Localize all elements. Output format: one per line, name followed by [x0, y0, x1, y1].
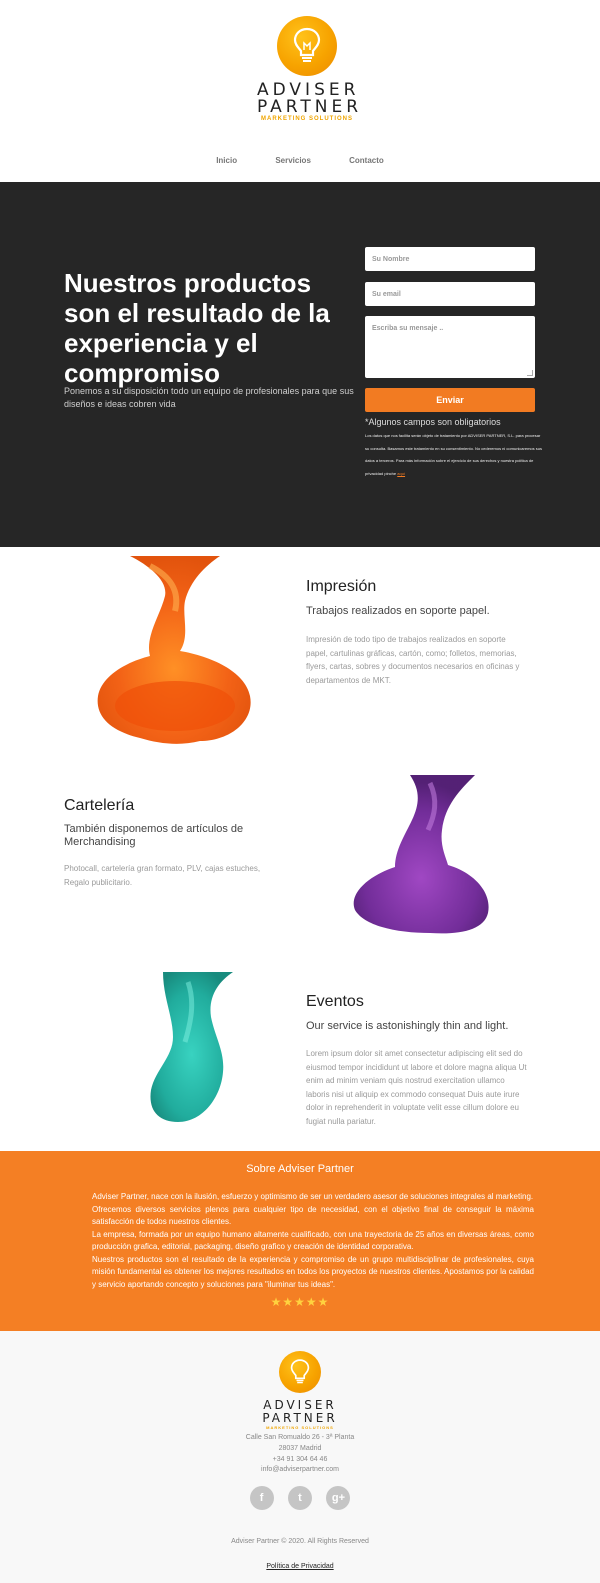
- twitter-icon[interactable]: t: [288, 1486, 312, 1510]
- feature-title-impresion: Impresión: [306, 578, 377, 595]
- hero-section: Nuestros productos son el resultado de l…: [0, 182, 600, 547]
- social-links: f t g+: [0, 1486, 600, 1510]
- facebook-icon[interactable]: f: [249, 1486, 274, 1510]
- footer-lightbulb-icon: [279, 1351, 321, 1393]
- brand-tagline: MARKETING SOLUTIONS: [261, 116, 353, 122]
- about-text: Adviser Partner, nace con la ilusión, es…: [92, 1191, 534, 1291]
- about-paragraph-3: La empresa, formada por un equipo humano…: [92, 1229, 534, 1252]
- legal-notice: Los datos que nos facilita serán objeto …: [365, 430, 543, 480]
- address-city: 28037 Madrid: [278, 1444, 322, 1452]
- lightbulb-icon: [277, 16, 337, 76]
- nav-item-servicios[interactable]: Servicios: [275, 156, 311, 165]
- nav-item-contacto[interactable]: Contacto: [349, 156, 384, 165]
- about-section: Sobre Adviser Partner Adviser Partner, n…: [0, 1151, 600, 1331]
- feature-title-carteleria: Cartelería: [64, 797, 135, 814]
- brand-logo[interactable]: ADVISER PARTNER MARKETING SOLUTIONS: [257, 16, 363, 122]
- contact-address: Calle San Romualdo 26 - 3ª Planta 28037 …: [0, 1433, 600, 1476]
- hero-title: Nuestros productos son el resultado de l…: [64, 268, 330, 388]
- feature-desc-impresion: Impresión de todo tipo de trabajos reali…: [306, 635, 520, 685]
- orange-ink-image: [90, 556, 260, 746]
- google-plus-icon[interactable]: g+: [326, 1486, 351, 1510]
- address-street: Calle San Romualdo 26 - 3ª Planta: [245, 1434, 355, 1441]
- rating-stars-icon: ★★★★★: [270, 1295, 330, 1309]
- send-button[interactable]: Enviar: [365, 388, 535, 412]
- feature-desc-eventos: Lorem ipsum dolor sit amet consectetur a…: [306, 1049, 527, 1126]
- feature-subtitle-impresion: Trabajos realizados en soporte papel.: [306, 605, 490, 617]
- name-input[interactable]: Su Nombre: [365, 247, 535, 271]
- phone-number[interactable]: +34 91 304 64 46: [0, 1455, 600, 1466]
- footer-logo[interactable]: ADVISER PARTNER MARKETING SOLUTIONS: [261, 1351, 339, 1430]
- site-footer: ADVISER PARTNER MARKETING SOLUTIONS Call…: [0, 1331, 600, 1583]
- brand-name-line2: PARTNER: [257, 97, 363, 117]
- resize-handle-icon[interactable]: [527, 370, 533, 376]
- about-paragraph-4: Nuestros productos son el resultado de l…: [92, 1254, 534, 1289]
- message-textarea[interactable]: Escriba su mensaje ..: [365, 316, 535, 378]
- hero-subtitle: Ponemos a su disposición todo un equipo …: [64, 386, 354, 409]
- about-paragraph-1: Adviser Partner, nace con la ilusión, es…: [92, 1192, 534, 1201]
- required-note: *Algunos campos son obligatorios: [365, 417, 501, 427]
- about-title: Sobre Adviser Partner: [246, 1163, 354, 1175]
- privacy-policy-link[interactable]: Política de Privacidad: [0, 1563, 600, 1570]
- feature-subtitle-eventos: Our service is astonishingly thin and li…: [306, 1020, 509, 1032]
- feature-title-eventos: Eventos: [306, 993, 364, 1010]
- contact-email[interactable]: info@adviserpartner.com: [0, 1465, 600, 1476]
- feature-desc-carteleria: Photocall, cartelería gran formato, PLV,…: [64, 864, 261, 887]
- feature-subtitle-carteleria: También disponemos de artículos de Merch…: [64, 823, 244, 848]
- about-paragraph-2: Ofrecemos diversos servicios plenos para…: [92, 1204, 534, 1227]
- legal-text: Los datos que nos facilita serán objeto …: [365, 433, 542, 476]
- nav-item-inicio[interactable]: Inicio: [216, 156, 237, 165]
- teal-ink-image: [133, 972, 243, 1124]
- copyright: Adviser Partner © 2020. All Rights Reser…: [231, 1538, 369, 1545]
- privacy-link-here[interactable]: aquí: [397, 471, 405, 476]
- purple-ink-image: [350, 775, 495, 935]
- message-placeholder: Escriba su mensaje ..: [372, 325, 444, 332]
- site-header: ADVISER PARTNER MARKETING SOLUTIONS Inic…: [0, 0, 600, 182]
- email-input[interactable]: Su email: [365, 282, 535, 306]
- main-nav: Inicio Servicios Contacto: [0, 156, 600, 165]
- footer-brand-tagline: MARKETING SOLUTIONS: [266, 1425, 334, 1430]
- footer-brand-line2: PARTNER: [262, 1411, 338, 1425]
